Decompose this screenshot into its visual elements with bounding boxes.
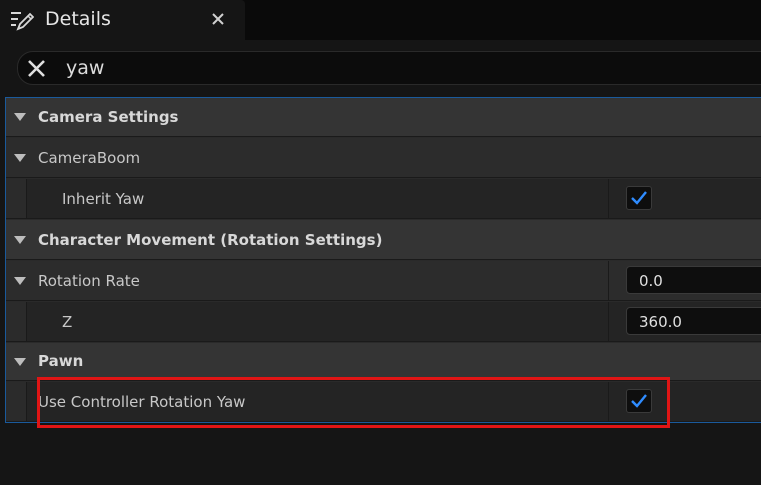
property-label: Inherit Yaw bbox=[62, 190, 145, 208]
subcategory-camera-boom[interactable]: CameraBoom bbox=[6, 138, 761, 178]
property-value: 360.0 bbox=[608, 302, 761, 341]
property-use-controller-rotation-yaw: Use Controller Rotation Yaw bbox=[6, 382, 761, 422]
edit-details-icon bbox=[11, 12, 34, 31]
field-value: 360.0 bbox=[639, 313, 682, 331]
indent-bar bbox=[6, 302, 27, 341]
checkmark-icon bbox=[631, 191, 647, 205]
search-value: yaw bbox=[66, 57, 105, 79]
close-icon[interactable] bbox=[208, 9, 228, 29]
tab-bar: Details bbox=[0, 0, 761, 40]
property-list: Camera Settings CameraBoom Inherit Yaw C… bbox=[5, 97, 761, 423]
category-label: Character Movement (Rotation Settings) bbox=[38, 231, 383, 249]
details-panel: Details yaw Camera Settings CameraBoom I… bbox=[0, 0, 761, 485]
z-field[interactable]: 360.0 bbox=[626, 307, 761, 335]
property-label: Use Controller Rotation Yaw bbox=[38, 393, 246, 411]
checkmark-icon bbox=[631, 394, 647, 408]
category-camera-settings[interactable]: Camera Settings bbox=[6, 98, 761, 137]
indent-bar bbox=[6, 382, 27, 421]
property-z: Z 360.0 bbox=[6, 302, 761, 342]
search-input[interactable]: yaw bbox=[17, 51, 761, 85]
property-rotation-rate[interactable]: Rotation Rate 0.0 bbox=[6, 261, 761, 301]
category-label: Camera Settings bbox=[38, 108, 179, 126]
subcategory-label: CameraBoom bbox=[38, 149, 141, 167]
category-label: Pawn bbox=[38, 352, 84, 370]
property-label: Z bbox=[62, 313, 73, 331]
category-pawn[interactable]: Pawn bbox=[6, 343, 761, 381]
property-value bbox=[608, 382, 761, 421]
use-controller-rotation-yaw-checkbox[interactable] bbox=[626, 389, 652, 413]
property-value: 0.0 bbox=[608, 261, 761, 300]
chevron-down-icon[interactable] bbox=[14, 236, 26, 244]
field-value: 0.0 bbox=[639, 272, 663, 290]
clear-icon[interactable] bbox=[26, 58, 47, 79]
indent-bar bbox=[6, 179, 27, 218]
rotation-rate-field[interactable]: 0.0 bbox=[626, 266, 761, 294]
chevron-down-icon[interactable] bbox=[14, 113, 26, 121]
inherit-yaw-checkbox[interactable] bbox=[626, 186, 652, 210]
details-tab[interactable]: Details bbox=[0, 0, 245, 40]
chevron-down-icon[interactable] bbox=[14, 358, 26, 366]
category-character-movement[interactable]: Character Movement (Rotation Settings) bbox=[6, 220, 761, 260]
tab-title: Details bbox=[45, 8, 111, 30]
property-value bbox=[608, 179, 761, 218]
chevron-down-icon[interactable] bbox=[14, 277, 26, 285]
chevron-down-icon[interactable] bbox=[14, 154, 26, 162]
property-inherit-yaw: Inherit Yaw bbox=[6, 179, 761, 219]
property-label: Rotation Rate bbox=[38, 272, 140, 290]
